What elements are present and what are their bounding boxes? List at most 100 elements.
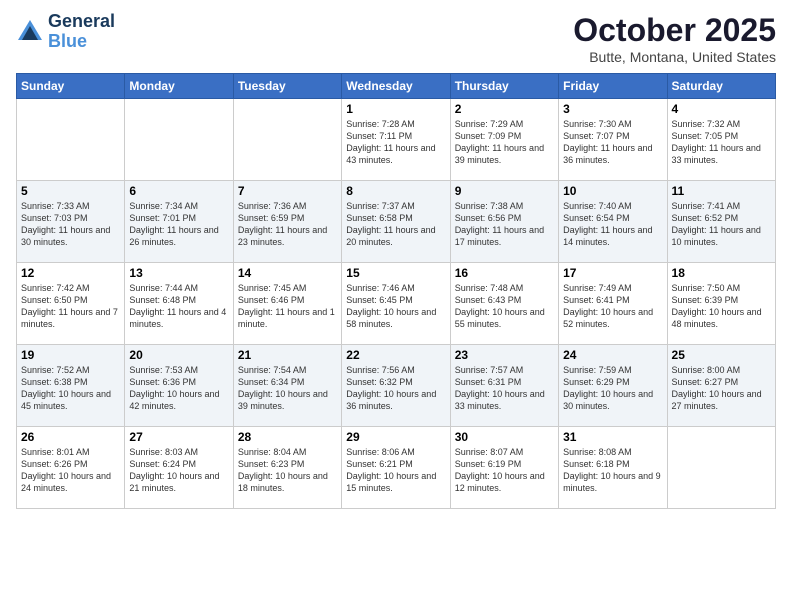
weekday-header-row: Sunday Monday Tuesday Wednesday Thursday… [17,74,776,99]
day-info: Sunrise: 7:36 AM Sunset: 6:59 PM Dayligh… [238,200,337,249]
day-info: Sunrise: 8:01 AM Sunset: 6:26 PM Dayligh… [21,446,120,495]
table-row: 14Sunrise: 7:45 AM Sunset: 6:46 PM Dayli… [233,263,341,345]
day-number: 13 [129,266,228,280]
header-sunday: Sunday [17,74,125,99]
day-info: Sunrise: 7:48 AM Sunset: 6:43 PM Dayligh… [455,282,554,331]
logo-text: General Blue [48,12,115,52]
calendar-week-row: 19Sunrise: 7:52 AM Sunset: 6:38 PM Dayli… [17,345,776,427]
page: General Blue October 2025 Butte, Montana… [0,0,792,612]
table-row: 28 Sunrise: 8:04 AM Sunset: 6:23 PM Dayli… [233,427,341,509]
day-number: 29 [346,430,445,444]
table-row: 4 Sunrise: 7:32 AM Sunset: 7:05 PM Daylig… [667,99,775,181]
day-info: Sunrise: 7:28 AM Sunset: 7:11 PM Dayligh… [346,118,445,167]
table-row: 13Sunrise: 7:44 AM Sunset: 6:48 PM Dayli… [125,263,233,345]
header-friday: Friday [559,74,667,99]
day-number: 4 [672,102,771,116]
day-number: 20 [129,348,228,362]
calendar-week-row: 12 Sunrise: 7:42 AM Sunset: 6:50 PM Dayli… [17,263,776,345]
table-row: 26 Sunrise: 8:01 AM Sunset: 6:26 PM Dayli… [17,427,125,509]
day-info: Sunrise: 7:42 AM Sunset: 6:50 PM Dayligh… [21,282,120,331]
table-row: 5 Sunrise: 7:33 AM Sunset: 7:03 PM Daylig… [17,181,125,263]
table-row [125,99,233,181]
day-info: Sunrise: 8:00 AM Sunset: 6:27 PM Dayligh… [672,364,771,413]
day-number: 8 [346,184,445,198]
table-row: 25 Sunrise: 8:00 AM Sunset: 6:27 PM Dayli… [667,345,775,427]
day-info: Sunrise: 8:07 AM Sunset: 6:19 PM Dayligh… [455,446,554,495]
month-title: October 2025 [573,12,776,49]
header-saturday: Saturday [667,74,775,99]
day-number: 12 [21,266,120,280]
day-number: 10 [563,184,662,198]
table-row: 18Sunrise: 7:50 AM Sunset: 6:39 PM Dayli… [667,263,775,345]
day-info: Sunrise: 7:40 AM Sunset: 6:54 PM Dayligh… [563,200,662,249]
table-row: 27Sunrise: 8:03 AM Sunset: 6:24 PM Dayli… [125,427,233,509]
day-info: Sunrise: 8:04 AM Sunset: 6:23 PM Dayligh… [238,446,337,495]
day-number: 31 [563,430,662,444]
day-number: 28 [238,430,337,444]
location: Butte, Montana, United States [573,49,776,65]
day-number: 26 [21,430,120,444]
day-number: 27 [129,430,228,444]
day-info: Sunrise: 7:32 AM Sunset: 7:05 PM Dayligh… [672,118,771,167]
table-row: 16 Sunrise: 7:48 AM Sunset: 6:43 PM Dayli… [450,263,558,345]
table-row: 30Sunrise: 8:07 AM Sunset: 6:19 PM Dayli… [450,427,558,509]
table-row: 31 Sunrise: 8:08 AM Sunset: 6:18 PM Dayli… [559,427,667,509]
day-number: 21 [238,348,337,362]
day-number: 24 [563,348,662,362]
header-wednesday: Wednesday [342,74,450,99]
day-info: Sunrise: 7:38 AM Sunset: 6:56 PM Dayligh… [455,200,554,249]
calendar: Sunday Monday Tuesday Wednesday Thursday… [16,73,776,509]
day-info: Sunrise: 7:59 AM Sunset: 6:29 PM Dayligh… [563,364,662,413]
day-info: Sunrise: 7:33 AM Sunset: 7:03 PM Dayligh… [21,200,120,249]
table-row: 15Sunrise: 7:46 AM Sunset: 6:45 PM Dayli… [342,263,450,345]
day-info: Sunrise: 7:29 AM Sunset: 7:09 PM Dayligh… [455,118,554,167]
table-row: 1 Sunrise: 7:28 AM Sunset: 7:11 PM Daylig… [342,99,450,181]
table-row: 8 Sunrise: 7:37 AM Sunset: 6:58 PM Daylig… [342,181,450,263]
day-info: Sunrise: 8:06 AM Sunset: 6:21 PM Dayligh… [346,446,445,495]
day-number: 22 [346,348,445,362]
table-row: 24 Sunrise: 7:59 AM Sunset: 6:29 PM Dayli… [559,345,667,427]
table-row [233,99,341,181]
table-row: 17Sunrise: 7:49 AM Sunset: 6:41 PM Dayli… [559,263,667,345]
day-number: 17 [563,266,662,280]
day-info: Sunrise: 8:08 AM Sunset: 6:18 PM Dayligh… [563,446,662,495]
header: General Blue October 2025 Butte, Montana… [16,12,776,65]
day-info: Sunrise: 7:34 AM Sunset: 7:01 PM Dayligh… [129,200,228,249]
table-row: 29 Sunrise: 8:06 AM Sunset: 6:21 PM Dayli… [342,427,450,509]
day-number: 3 [563,102,662,116]
logo: General Blue [16,12,115,52]
day-number: 5 [21,184,120,198]
day-number: 14 [238,266,337,280]
table-row: 10 Sunrise: 7:40 AM Sunset: 6:54 PM Dayli… [559,181,667,263]
table-row: 20Sunrise: 7:53 AM Sunset: 6:36 PM Dayli… [125,345,233,427]
day-number: 1 [346,102,445,116]
table-row: 12 Sunrise: 7:42 AM Sunset: 6:50 PM Dayli… [17,263,125,345]
day-info: Sunrise: 7:56 AM Sunset: 6:32 PM Dayligh… [346,364,445,413]
table-row: 7 Sunrise: 7:36 AM Sunset: 6:59 PM Daylig… [233,181,341,263]
day-info: Sunrise: 7:37 AM Sunset: 6:58 PM Dayligh… [346,200,445,249]
day-number: 15 [346,266,445,280]
day-number: 2 [455,102,554,116]
title-block: October 2025 Butte, Montana, United Stat… [573,12,776,65]
logo-icon [16,18,44,46]
day-info: Sunrise: 7:57 AM Sunset: 6:31 PM Dayligh… [455,364,554,413]
day-number: 23 [455,348,554,362]
day-number: 19 [21,348,120,362]
table-row [667,427,775,509]
day-number: 7 [238,184,337,198]
calendar-week-row: 26 Sunrise: 8:01 AM Sunset: 6:26 PM Dayli… [17,427,776,509]
day-info: Sunrise: 7:54 AM Sunset: 6:34 PM Dayligh… [238,364,337,413]
day-number: 18 [672,266,771,280]
day-info: Sunrise: 7:30 AM Sunset: 7:07 PM Dayligh… [563,118,662,167]
header-thursday: Thursday [450,74,558,99]
calendar-week-row: 1 Sunrise: 7:28 AM Sunset: 7:11 PM Daylig… [17,99,776,181]
table-row: 19Sunrise: 7:52 AM Sunset: 6:38 PM Dayli… [17,345,125,427]
calendar-week-row: 5 Sunrise: 7:33 AM Sunset: 7:03 PM Daylig… [17,181,776,263]
table-row: 6Sunrise: 7:34 AM Sunset: 7:01 PM Daylig… [125,181,233,263]
table-row: 9 Sunrise: 7:38 AM Sunset: 6:56 PM Daylig… [450,181,558,263]
day-number: 9 [455,184,554,198]
table-row: 23 Sunrise: 7:57 AM Sunset: 6:31 PM Dayli… [450,345,558,427]
day-number: 16 [455,266,554,280]
table-row [17,99,125,181]
day-number: 25 [672,348,771,362]
